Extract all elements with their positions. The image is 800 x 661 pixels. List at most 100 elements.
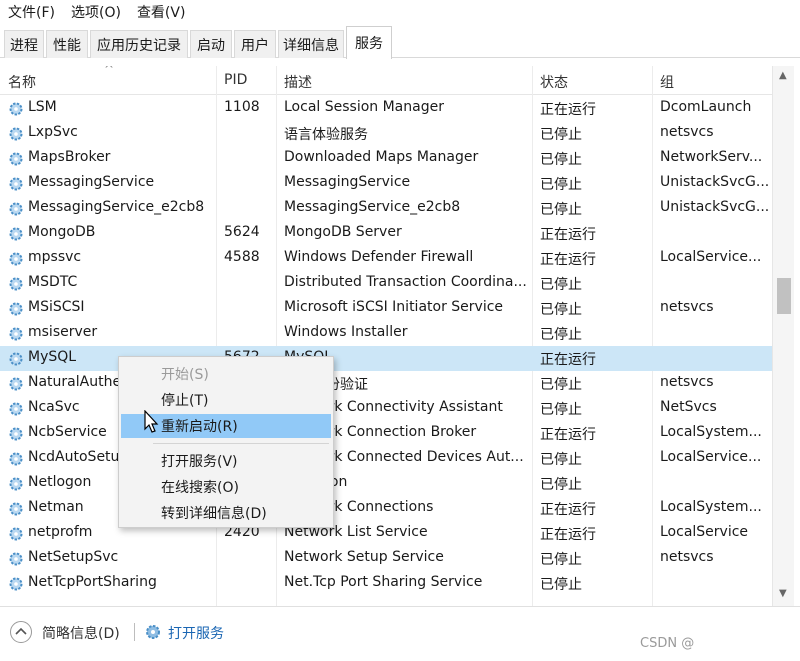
table-row[interactable]: NcdAutoSetu Network Connected Devices Aut…: [0, 446, 772, 471]
service-name-cell: MapsBroker: [28, 149, 111, 165]
status-cell: 已停止: [540, 577, 582, 593]
table-row[interactable]: msiserver Windows Installer 已停止: [0, 321, 772, 346]
table-row[interactable]: Netman Network Connections 正在运行 LocalSystem…: [0, 496, 772, 521]
pid-cell: 1108: [224, 99, 260, 115]
menu-item-start[interactable]: 开始(S): [121, 362, 331, 386]
service-gear-icon: [9, 302, 23, 316]
column-header-status[interactable]: 状态: [540, 72, 568, 92]
column-header-pid[interactable]: PID: [224, 72, 247, 88]
menu-view[interactable]: 查看(V): [137, 2, 186, 22]
table-row[interactable]: MongoDB 5624 MongoDB Server 正在运行: [0, 221, 772, 246]
scroll-down-icon[interactable]: ▼: [779, 588, 787, 599]
group-cell: UnistackSvcG...: [660, 199, 768, 215]
menu-item-stop[interactable]: 停止(T): [121, 388, 331, 412]
status-cell: 已停止: [540, 377, 582, 393]
service-gear-icon: [9, 577, 23, 591]
service-gear-icon: [9, 352, 23, 366]
description-cell: 语言体验服务: [284, 127, 368, 143]
service-name-cell: LSM: [28, 99, 57, 115]
open-services-link[interactable]: 打开服务: [168, 623, 224, 643]
status-cell: 已停止: [540, 477, 582, 493]
watermark-text: CSDN @: [640, 636, 695, 651]
status-cell: 正在运行: [540, 252, 596, 268]
table-row[interactable]: NaturalAuthe自然身份验证已停止netsvcs: [0, 371, 772, 396]
tab-services[interactable]: 服务: [346, 26, 392, 59]
context-menu: 开始(S) 停止(T) 重新启动(R) 打开服务(V) 在线搜索(O) 转到详细…: [118, 356, 334, 528]
collapse-details-button[interactable]: [10, 621, 32, 643]
service-gear-icon: [9, 127, 23, 141]
scroll-up-icon[interactable]: ▲: [779, 70, 787, 81]
status-cell: 已停止: [540, 152, 582, 168]
table-row[interactable]: LxpSvc 语言体验服务 已停止 netsvcs: [0, 121, 772, 146]
tab-processes[interactable]: 进程: [4, 30, 44, 58]
table-row[interactable]: NetlogonNetlogon已停止: [0, 471, 772, 496]
table-row[interactable]: LSM 1108 Local Session Manager 正在运行 DcomLaun…: [0, 96, 772, 121]
description-cell: MessagingService: [284, 174, 411, 190]
tab-details[interactable]: 详细信息: [278, 30, 344, 58]
table-row[interactable]: MessagingService MessagingService 已停止 Unist…: [0, 171, 772, 196]
status-cell: 正在运行: [540, 227, 596, 243]
pid-cell: 5624: [224, 224, 260, 240]
group-cell: LocalSystem...: [660, 499, 762, 515]
group-cell: LocalService...: [660, 249, 762, 265]
table-row[interactable]: NetTcpPortSharing Net.Tcp Port Sharing Se…: [0, 571, 772, 596]
menu-file[interactable]: 文件(F): [8, 2, 55, 22]
menu-bar: 文件(F) 选项(O) 查看(V): [0, 0, 800, 24]
tab-startup[interactable]: 启动: [190, 30, 232, 58]
status-cell: 正在运行: [540, 502, 596, 518]
table-row[interactable]: mpssvc 4588 Windows Defender Firewall 正在运行 L…: [0, 246, 772, 271]
service-name-cell: msiserver: [28, 324, 98, 340]
service-name-cell: mpssvc: [28, 249, 82, 265]
description-cell: Network Setup Service: [284, 549, 444, 565]
service-gear-icon: [9, 427, 23, 441]
service-name-cell: NetTcpPortSharing: [28, 574, 157, 590]
service-name-cell: MSDTC: [28, 274, 78, 290]
column-header-group[interactable]: 组: [660, 72, 674, 92]
menu-item-go-to-details[interactable]: 转到详细信息(D): [121, 501, 331, 525]
table-row[interactable]: NcaSvc Network Connectivity Assistant 已停止 N…: [0, 396, 772, 421]
table-row[interactable]: MSDTC Distributed Transaction Coordina...…: [0, 271, 772, 296]
table-row[interactable]: NcbService Network Connection Broker 正在运行 L…: [0, 421, 772, 446]
scrollbar-thumb[interactable]: [777, 278, 791, 314]
table-row[interactable]: MSiSCSI Microsoft iSCSI Initiator Service…: [0, 296, 772, 321]
service-gear-icon: [9, 402, 23, 416]
menu-item-open-services[interactable]: 打开服务(V): [121, 449, 331, 473]
table-row[interactable]: NetSetupSvc Network Setup Service 已停止 netsv…: [0, 546, 772, 571]
status-cell: 正在运行: [540, 427, 596, 443]
service-name-cell: NetSetupSvc: [28, 549, 119, 565]
column-header-description[interactable]: 描述: [284, 72, 312, 92]
table-row[interactable]: MessagingService_e2cb8 MessagingService_e…: [0, 196, 772, 221]
vertical-scrollbar[interactable]: ▲ ▼: [772, 66, 794, 606]
service-gear-icon: [9, 252, 23, 266]
mouse-cursor-icon: [144, 410, 159, 433]
status-cell: 已停止: [540, 277, 582, 293]
tab-app-history[interactable]: 应用历史记录: [90, 30, 188, 58]
tab-performance[interactable]: 性能: [46, 30, 88, 58]
status-cell: 正在运行: [540, 102, 596, 118]
service-gear-icon: [9, 452, 23, 466]
group-cell: LocalSystem...: [660, 424, 762, 440]
footer-bar: 简略信息(D) 打开服务: [0, 606, 800, 661]
column-header-name[interactable]: 名称: [8, 72, 36, 92]
pid-cell: 4588: [224, 249, 260, 265]
service-name-cell: MessagingService_e2cb8: [28, 199, 205, 215]
group-cell: netsvcs: [660, 124, 714, 140]
service-gear-icon: [9, 552, 23, 566]
table-row[interactable]: MySQL5672MySQL正在运行: [0, 346, 772, 371]
status-cell: 已停止: [540, 552, 582, 568]
table-row[interactable]: netprofm 2420 Network List Service 正在运行 Loca…: [0, 521, 772, 546]
status-cell: 已停止: [540, 402, 582, 418]
tab-strip: 进程 性能 应用历史记录 启动 用户 详细信息 服务: [0, 24, 800, 59]
service-name-cell: LxpSvc: [28, 124, 78, 140]
status-cell: 已停止: [540, 327, 582, 343]
service-gear-icon: [9, 502, 23, 516]
service-gear-icon: [9, 327, 23, 341]
table-row[interactable]: MapsBroker Downloaded Maps Manager 已停止 Netw…: [0, 146, 772, 171]
tab-users[interactable]: 用户: [234, 30, 276, 58]
menu-item-search-online[interactable]: 在线搜索(O): [121, 475, 331, 499]
footer-divider: [134, 623, 135, 641]
menu-options[interactable]: 选项(O): [71, 2, 121, 22]
fewer-details-label[interactable]: 简略信息(D): [42, 623, 120, 643]
service-gear-icon: [9, 152, 23, 166]
services-table: ^ 名称 PID 描述 状态 组 LSM 1108 Local Session Ma…: [0, 66, 772, 606]
